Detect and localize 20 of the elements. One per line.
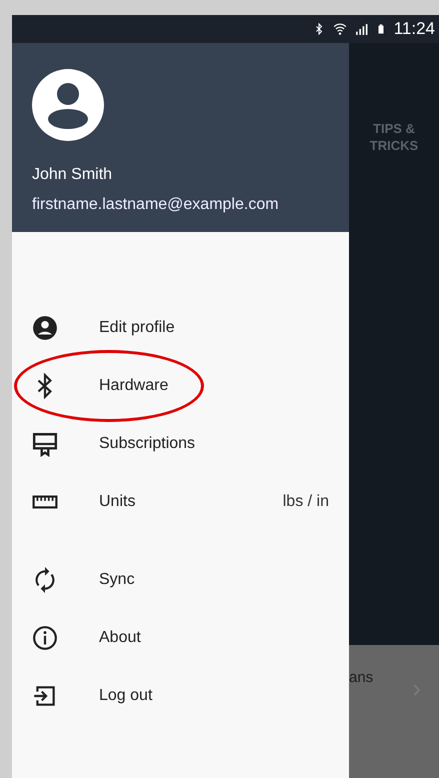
menu-item[interactable]: Log out [12,667,349,725]
chevron-icon: › [412,675,421,701]
battery-icon [376,22,386,36]
menu-item[interactable]: Subscriptions [12,415,349,473]
signal-icon [354,22,368,36]
user-email: firstname.lastname@example.com [32,195,280,215]
card-ribbon-icon [32,431,58,457]
menu-item[interactable]: Edit profile [12,299,349,357]
menu-item[interactable]: About [12,609,349,667]
info-icon [32,625,58,651]
menu-item[interactable]: Units lbs / in [12,473,349,531]
status-time: 11:24 [394,18,435,40]
user-name: John Smith [32,165,114,185]
wifi-icon [332,22,347,36]
row-title: ans [349,668,374,688]
menu-item[interactable]: Sync [12,551,349,609]
menu-item[interactable]: Hardware [12,357,349,415]
avatar-icon [32,69,104,141]
menu-item-value: lbs / in [282,492,329,512]
account-circle-icon [32,315,58,341]
